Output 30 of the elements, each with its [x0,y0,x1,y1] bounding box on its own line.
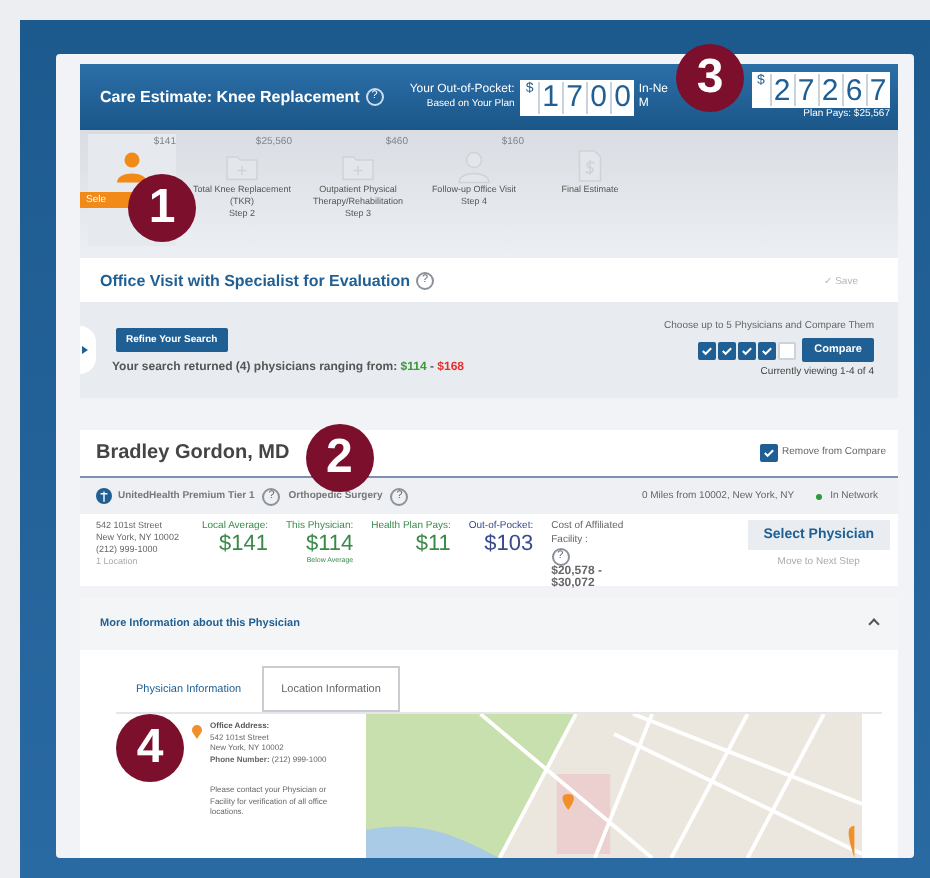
status-dot [816,493,823,499]
callout-number: 3 [676,43,744,111]
compare-checkbox[interactable] [758,341,777,359]
counter-digit: 2 [770,74,792,106]
cost-amount: $114 [305,532,354,556]
expand-arrow-icon [82,346,88,354]
compare-checkbox[interactable] [760,444,779,462]
compare-checkbox[interactable] [738,341,757,359]
cost-amount: $103 [484,532,534,556]
counter-digit: 0 [586,81,609,113]
compare-checkbox[interactable] [718,341,737,359]
physician-name: Bradley Gordon, MD [96,442,290,464]
page-title: Care Estimate: Knee Replacement [100,88,360,106]
callout-number: 2 [305,423,374,491]
compare-checkbox[interactable] [698,341,717,359]
counter-digit: 0 [610,81,633,113]
counter-digit: 6 [842,74,864,106]
expand-tab[interactable] [80,326,96,374]
counter-digit: 7 [794,74,816,106]
counter-digit: 1 [538,81,561,113]
person-icon [114,148,150,184]
map-pin-icon [192,724,202,740]
cost-amount: $11 [415,532,451,556]
chevron-icon[interactable] [868,618,880,630]
callout-number: 4 [116,714,184,782]
counter-digit: 7 [866,74,888,106]
section-title: Office Visit with Specialist for Evaluation [100,271,410,289]
cost-amount: $141 [219,532,268,556]
counter-digit: 2 [818,74,840,106]
counter-digit: 7 [562,81,585,113]
